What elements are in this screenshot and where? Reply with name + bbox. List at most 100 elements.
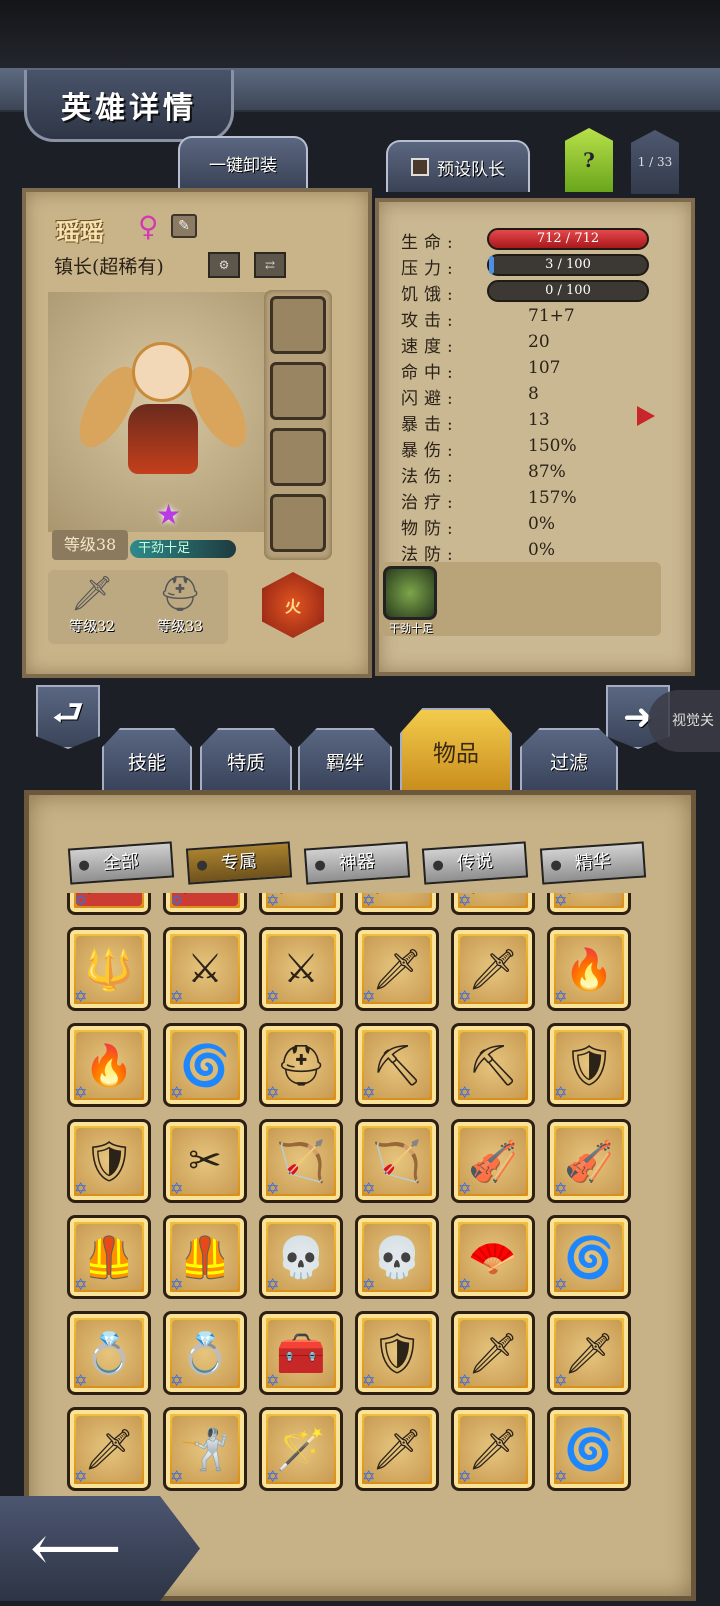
item-slot[interactable]: 🗡✡ (547, 893, 631, 915)
item-slot[interactable]: 🌀 ✡ (547, 1407, 631, 1491)
rarity-gem-icon: ✡ (170, 1467, 184, 1486)
item-slot[interactable]: 💍 ✡ (67, 1311, 151, 1395)
rarity-gem-icon: ✡ (170, 1179, 184, 1198)
item-slot[interactable]: ⚔ ✡ (163, 927, 247, 1011)
armor-slot[interactable]: ⛑ 等级33 (140, 572, 220, 642)
trinket-slot[interactable] (270, 362, 326, 420)
rarity-gem-icon: ✡ (74, 1083, 88, 1102)
back-button[interactable]: ⟵ (0, 1496, 200, 1601)
tab-skills[interactable]: 技能 (102, 728, 192, 792)
hero-panel: 瑶瑶 ♀ ✎ 镇长(超稀有) ⚙ ⇄ ★ 等级38 干劲十足 🗡 等级32 ⛑ … (22, 188, 372, 678)
item-slot[interactable]: 🧰 ✡ (259, 1311, 343, 1395)
item-slot[interactable]: 🤺 ✡ (163, 1407, 247, 1491)
rarity-gem-icon: ✡ (266, 1467, 280, 1486)
rarity-gem-icon: ✡ (362, 1371, 376, 1390)
class-swap-icon[interactable]: ⇄ (254, 252, 286, 278)
stat-row: 攻击: 71+7 (401, 304, 661, 331)
stat-value: 8 (528, 384, 539, 404)
item-slot[interactable]: ✂ ✡ (163, 1119, 247, 1203)
stress-fill (489, 256, 494, 274)
item-slot[interactable]: 🗡✡ (259, 893, 343, 915)
help-button[interactable]: ? (565, 128, 613, 192)
item-slot[interactable]: 🛡 ✡ (355, 1311, 439, 1395)
item-slot[interactable]: 🗡✡ (451, 927, 535, 1011)
item-slot[interactable]: 🎻 ✡ (547, 1119, 631, 1203)
hero-portrait: ★ (48, 292, 276, 532)
item-slot[interactable]: 🏹 ✡ (259, 1119, 343, 1203)
item-slot[interactable]: 🪭 ✡ (451, 1215, 535, 1299)
item-slot[interactable]: ⛑ ✡ (259, 1023, 343, 1107)
expand-arrow-icon[interactable] (637, 406, 655, 426)
star-icon: ★ (156, 498, 182, 531)
item-slot[interactable]: 🔱 ✡ (67, 927, 151, 1011)
filter-all[interactable]: 全部 (67, 841, 175, 885)
rarity-gem-icon: ✡ (362, 1275, 376, 1294)
item-slot[interactable]: 🦺 ✡ (163, 1215, 247, 1299)
stat-row: 治疗: 157% (401, 486, 661, 513)
trinket-slot[interactable] (270, 428, 326, 486)
item-slot[interactable]: 🛡 ✡ (67, 1119, 151, 1203)
tab-filter[interactable]: 过滤 (520, 728, 618, 792)
tab-traits[interactable]: 特质 (200, 728, 292, 792)
hunger-bar: 0 / 100 (487, 280, 649, 302)
close-visual-button[interactable]: 视觉关 (648, 690, 720, 752)
filter-exclusive[interactable]: 专属 (185, 841, 293, 885)
stat-label: 生命: (401, 233, 459, 253)
element-fire-badge[interactable]: 火 (262, 572, 324, 638)
item-slot[interactable]: 🗡✡ (547, 1311, 631, 1395)
rarity-gem-icon: ✡ (458, 893, 472, 910)
rarity-gem-icon: ✡ (74, 1179, 88, 1198)
filter-artifact[interactable]: 神器 (303, 841, 411, 885)
trinket-slot[interactable] (270, 296, 326, 354)
preset-captain-button[interactable]: 预设队长 (386, 140, 530, 192)
item-slot[interactable]: 💀 ✡ (259, 1215, 343, 1299)
tab-items[interactable]: 物品 (400, 708, 512, 792)
status-bar-area (0, 0, 720, 70)
item-slot[interactable]: 🌀 ✡ (547, 1215, 631, 1299)
class-info-icon[interactable]: ⚙ (208, 252, 240, 278)
item-slot[interactable]: 🗡✡ (451, 1407, 535, 1491)
page-title: 英雄详情 (61, 90, 197, 126)
item-slot[interactable]: 🛡 ✡ (547, 1023, 631, 1107)
item-slot[interactable]: 🗡✡ (163, 893, 247, 915)
filter-legendary[interactable]: 传说 (421, 841, 529, 885)
edit-name-icon[interactable]: ✎ (171, 214, 197, 238)
item-slot[interactable]: 💀 ✡ (355, 1215, 439, 1299)
item-slot[interactable]: ⛏ ✡ (451, 1023, 535, 1107)
skill-icon[interactable] (383, 566, 437, 620)
unequip-all-button[interactable]: 一键卸装 (178, 136, 308, 188)
item-slot[interactable]: 🦺 ✡ (67, 1215, 151, 1299)
item-slot[interactable]: 🗡✡ (67, 1407, 151, 1491)
rarity-gem-icon: ✡ (74, 893, 88, 910)
tab-bonds[interactable]: 羁绊 (298, 728, 392, 792)
trinket-slot[interactable] (270, 494, 326, 552)
item-slot[interactable]: 🔥 ✡ (547, 927, 631, 1011)
item-slot[interactable]: 🏹 ✡ (355, 1119, 439, 1203)
rarity-gem-icon: ✡ (170, 1275, 184, 1294)
stress-value: 3 / 100 (545, 257, 591, 272)
rarity-gem-icon: ✡ (266, 1275, 280, 1294)
item-slot[interactable]: 🗡✡ (67, 893, 151, 915)
item-slot[interactable]: 🗡✡ (355, 1407, 439, 1491)
item-slot[interactable]: 🗡✡ (451, 893, 535, 915)
item-slot[interactable]: 🪄 ✡ (259, 1407, 343, 1491)
item-slot[interactable]: 🎻 ✡ (451, 1119, 535, 1203)
checkbox-icon[interactable] (411, 158, 429, 176)
item-slot[interactable]: 🗡✡ (355, 927, 439, 1011)
filter-essence[interactable]: 精华 (539, 841, 647, 885)
filter-label: 神器 (338, 850, 376, 875)
equipment-area: 🗡 等级32 ⛑ 等级33 (48, 570, 228, 644)
item-slot[interactable]: 💍 ✡ (163, 1311, 247, 1395)
prev-hero-button[interactable]: ⮐ (36, 685, 100, 749)
item-slot[interactable]: 🗡✡ (355, 893, 439, 915)
item-slot[interactable]: 🔥 ✡ (67, 1023, 151, 1107)
rarity-gem-icon: ✡ (74, 1371, 88, 1390)
item-slot[interactable]: ⛏ ✡ (355, 1023, 439, 1107)
weapon-slot[interactable]: 🗡 等级32 (52, 572, 132, 642)
rarity-gem-icon: ✡ (554, 893, 568, 910)
item-slot[interactable]: 🗡✡ (451, 1311, 535, 1395)
stat-row: 法伤: 87% (401, 460, 661, 487)
item-slot[interactable]: ⚔ ✡ (259, 927, 343, 1011)
item-slot[interactable]: 🌀 ✡ (163, 1023, 247, 1107)
rarity-gem-icon: ✡ (74, 1467, 88, 1486)
